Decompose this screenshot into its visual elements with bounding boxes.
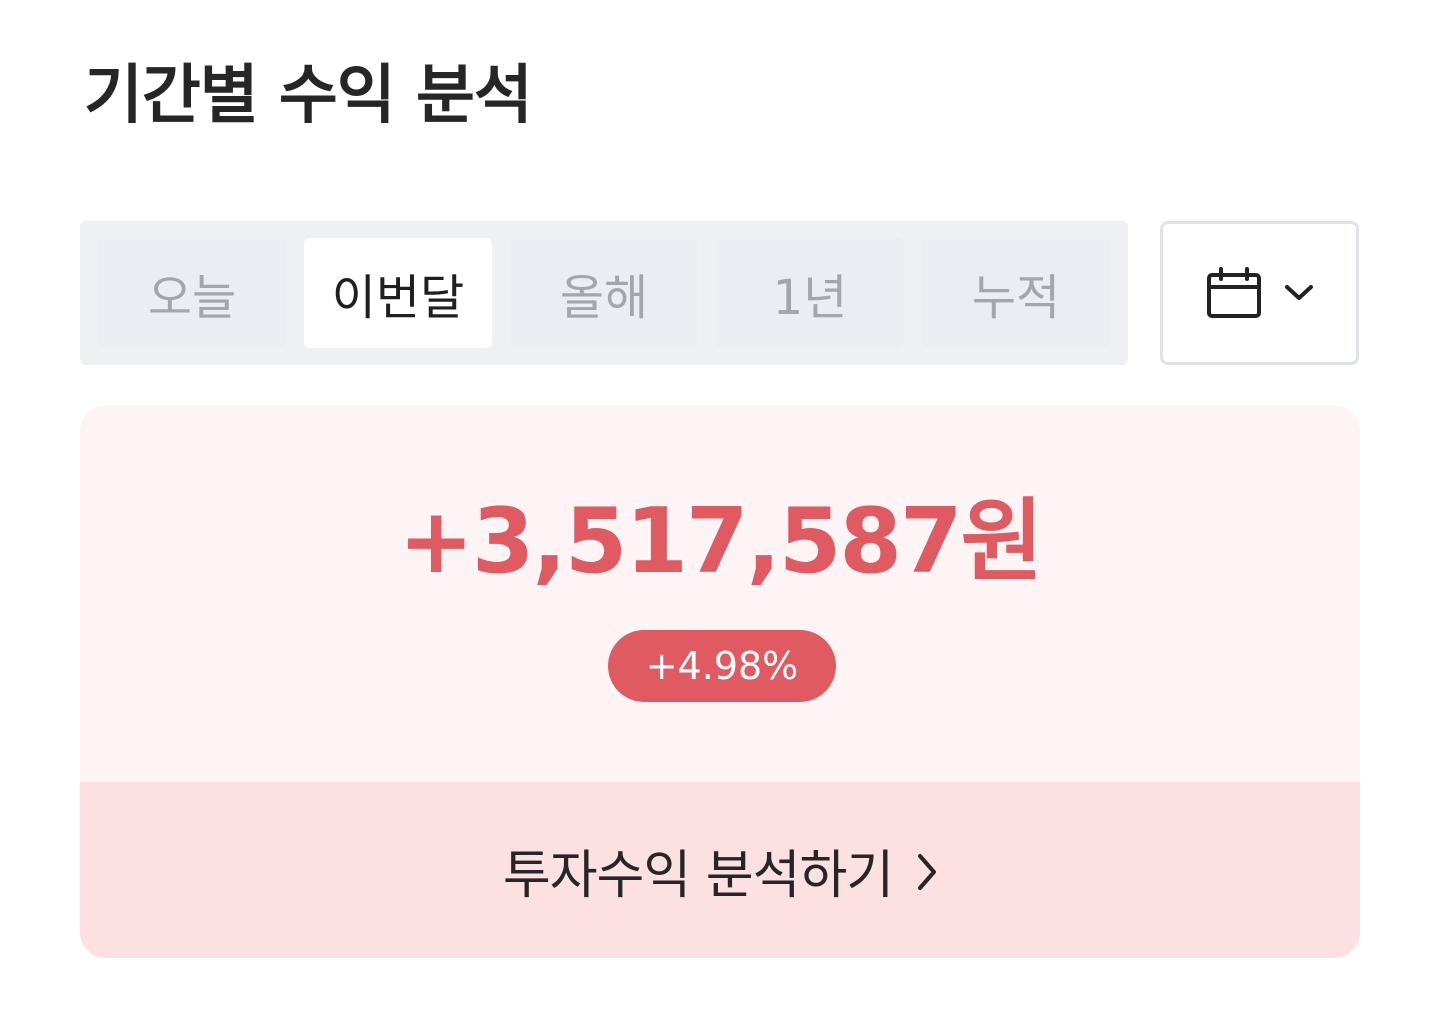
tab-one-year[interactable]: 1년 (716, 238, 904, 348)
calendar-icon (1206, 267, 1262, 319)
profit-rate-badge: +4.98% (608, 630, 836, 702)
chevron-right-icon (917, 849, 937, 891)
page-title: 기간별 수익 분석 (84, 59, 533, 133)
profit-amount: +3,517,587원 (398, 489, 1044, 594)
profit-summary-card: +3,517,587원 +4.98% 투자수익 분석하기 (80, 405, 1360, 958)
period-tab-bar: 오늘 이번달 올해 1년 누적 (80, 221, 1128, 365)
tab-cumulative[interactable]: 누적 (922, 238, 1110, 348)
tab-this-year[interactable]: 올해 (510, 238, 698, 348)
tab-this-month[interactable]: 이번달 (304, 238, 492, 348)
tab-today[interactable]: 오늘 (98, 238, 286, 348)
analyze-profit-label: 투자수익 분석하기 (502, 845, 894, 906)
analyze-profit-button[interactable]: 투자수익 분석하기 (80, 782, 1360, 958)
chevron-down-icon (1284, 284, 1314, 302)
profit-analysis-page: 기간별 수익 분석 오늘 이번달 올해 1년 누적 +3,517,587원 +4… (0, 0, 1437, 1027)
date-range-picker-button[interactable] (1160, 221, 1359, 365)
